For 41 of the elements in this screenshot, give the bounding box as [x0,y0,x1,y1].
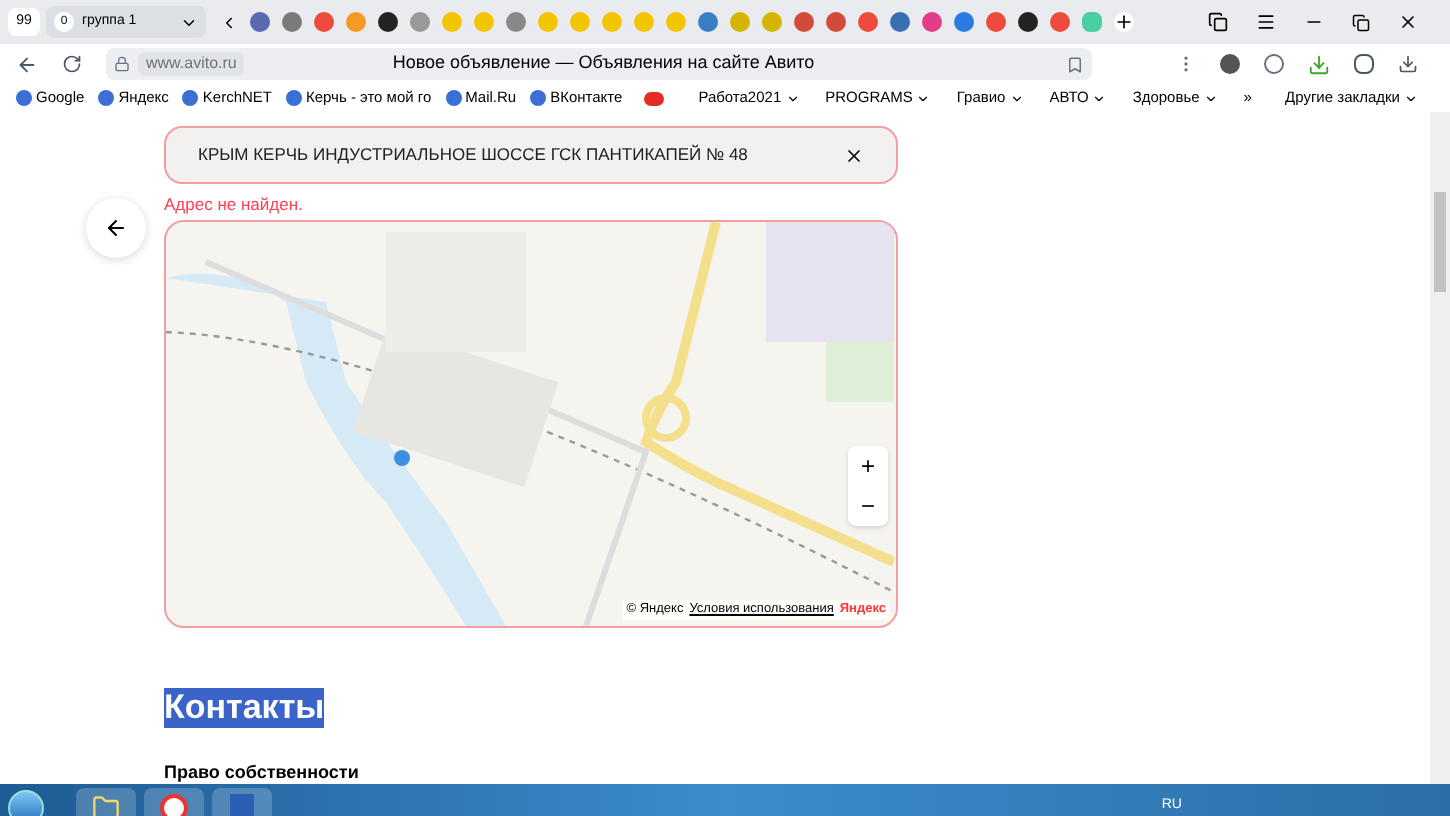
address-input[interactable]: КРЫМ КЕРЧЬ ИНДУСТРИАЛЬНОЕ ШОССЕ ГСК ПАНТИКАПЕЙ № 48 [164,126,898,184]
video-bookmark-icon[interactable] [644,91,665,105]
clear-icon[interactable] [844,145,864,165]
lock-icon [114,56,130,72]
download-arrow-icon[interactable] [1308,53,1330,75]
site-favicon-icon [530,90,547,106]
site-favicon-icon [286,90,303,106]
page-title: Новое объявление — Объявления на сайте Авито [392,50,815,77]
menu-icon[interactable] [1256,12,1276,32]
restore-icon[interactable] [1352,13,1370,31]
chevron-icon [1203,91,1218,105]
chevron-icon [916,91,931,105]
chevron-icon [785,91,800,105]
address-bar[interactable]: www.avito.ru Новое объявление — Объявления на сайте Авито [106,48,1092,80]
start-orb-icon[interactable] [8,789,44,816]
ownership-heading: Право собственности [164,760,361,784]
chevron-icon [1009,91,1024,105]
error-message: Адрес не найден. [164,192,305,216]
back-icon[interactable] [16,53,38,75]
site-favicon-icon [98,90,115,106]
site-favicon-icon [16,90,32,106]
back-arrow-icon [104,216,128,240]
new-tab-icon[interactable] [1114,12,1134,32]
chevron-icon[interactable] [220,13,238,31]
bookmark-icon[interactable] [1066,55,1084,73]
contacts-heading: Контакты [164,688,325,728]
folder-taskbar-icon[interactable] [76,787,136,816]
url-text: www.avito.ru [138,52,245,76]
site-favicon-icon [445,90,462,106]
close-icon[interactable] [1398,12,1418,32]
browser-taskbar-icon[interactable] [144,787,204,816]
tabs-icon[interactable] [1208,12,1228,32]
chevron-icon [1092,91,1107,105]
address-value: КРЫМ КЕРЧЬ ИНДУСТРИАЛЬНОЕ ШОССЕ ГСК ПАНТИКАПЕЙ № 48 [198,142,748,168]
zoom-in-button[interactable]: + [848,446,888,486]
chevron-icon [1404,91,1418,105]
favicon-tiles-icon[interactable] [1082,12,1102,32]
zoom-out-button[interactable]: − [848,486,888,526]
reload-icon[interactable] [62,54,82,74]
download-icon[interactable] [1398,54,1418,74]
site-favicon-icon [182,90,199,106]
